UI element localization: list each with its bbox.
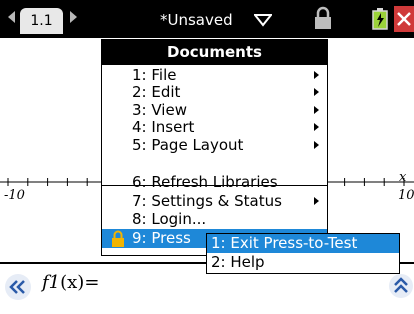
submenu-arrow-icon bbox=[314, 197, 319, 205]
close-icon[interactable] bbox=[394, 6, 414, 32]
chevron-down-icon[interactable] bbox=[254, 11, 272, 29]
collapse-entry-button[interactable] bbox=[5, 274, 31, 300]
double-chevron-left-icon bbox=[9, 280, 25, 294]
function-argument: (x)= bbox=[60, 272, 100, 293]
press-to-test-submenu: 1: Exit Press-to-Test 2: Help bbox=[206, 233, 400, 274]
history-button[interactable] bbox=[389, 274, 413, 298]
function-entry-field[interactable]: f1(x)= bbox=[42, 272, 99, 293]
submenu-arrow-icon bbox=[314, 71, 319, 79]
submenu-arrow-icon bbox=[314, 106, 319, 114]
submenu-arrow-icon bbox=[314, 123, 319, 131]
submenu-item-help[interactable]: 2: Help bbox=[207, 253, 399, 272]
top-bar: 1.1 *Unsaved bbox=[0, 0, 414, 38]
menu-item-settings-status[interactable]: 7: Settings & Status bbox=[102, 192, 327, 211]
lock-icon bbox=[112, 230, 124, 247]
submenu-item-exit-press-to-test[interactable]: 1: Exit Press-to-Test bbox=[207, 234, 399, 253]
double-chevron-up-icon bbox=[394, 277, 408, 293]
function-name: f1 bbox=[42, 272, 61, 293]
previous-page-arrow-icon[interactable] bbox=[8, 11, 15, 23]
page-tab[interactable]: 1.1 bbox=[20, 8, 63, 34]
submenu-arrow-icon bbox=[314, 141, 319, 149]
menu-title: Documents bbox=[102, 40, 327, 65]
x-axis-name: x bbox=[399, 170, 407, 185]
menu-item-page-layout[interactable]: 5: Page Layout bbox=[102, 136, 327, 155]
menu-item-edit[interactable]: 2: Edit bbox=[102, 83, 327, 102]
x-max-label: 10 bbox=[398, 188, 414, 203]
submenu-arrow-icon bbox=[314, 88, 319, 96]
menu-item-insert[interactable]: 4: Insert bbox=[102, 118, 327, 137]
battery-icon bbox=[372, 8, 388, 30]
document-title[interactable]: *Unsaved bbox=[160, 9, 233, 31]
next-page-arrow-icon[interactable] bbox=[70, 11, 77, 23]
menu-item-login[interactable]: 8: Login... bbox=[102, 210, 327, 229]
lock-icon bbox=[315, 6, 331, 29]
x-min-label: -10 bbox=[4, 188, 25, 203]
menu-item-refresh-libraries[interactable]: 6: Refresh Libraries bbox=[102, 173, 327, 192]
documents-menu: Documents 1: File 2: Edit 3: View 4: Ins… bbox=[101, 39, 328, 256]
